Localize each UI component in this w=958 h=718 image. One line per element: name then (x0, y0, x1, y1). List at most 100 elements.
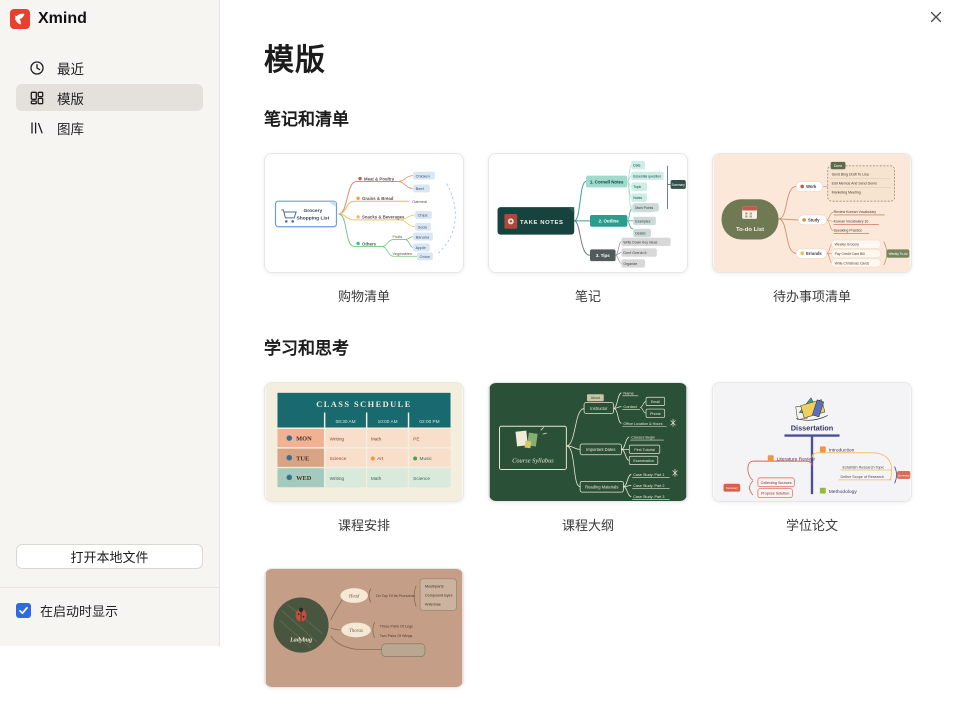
svg-text:Classes Begin: Classes Begin (631, 436, 655, 440)
show-on-startup-label: 在启动时显示 (40, 604, 119, 619)
svg-text:02:00 PM: 02:00 PM (419, 419, 439, 425)
svg-text:10:00 AM: 10:00 AM (378, 419, 398, 425)
svg-text:Two Pairs Of Wings: Two Pairs Of Wings (380, 634, 413, 638)
svg-text:Writing: Writing (330, 476, 345, 482)
svg-text:About: About (591, 396, 600, 400)
svg-text:Study: Study (808, 218, 820, 223)
svg-text:Write Christmas Cards: Write Christmas Cards (835, 261, 870, 265)
svg-text:Summary: Summary (671, 183, 685, 187)
page-title: 模版 (264, 44, 326, 77)
svg-text:1. Cornell Notes: 1. Cornell Notes (590, 179, 624, 184)
section-heading: 笔记和清单 (264, 110, 349, 129)
svg-text:Math: Math (371, 437, 382, 443)
svg-text:Send Blog Draft To Lisa: Send Blog Draft To Lisa (832, 173, 869, 177)
svg-text:Don't Overdo It: Don't Overdo It (623, 251, 646, 255)
svg-text:WED: WED (296, 475, 312, 482)
svg-text:Course Syllabus: Course Syllabus (512, 458, 554, 465)
template-cell: Dissertation Introduction Establish Rese… (712, 382, 912, 533)
svg-text:Office Location & Hours: Office Location & Hours (623, 422, 662, 426)
svg-text:Organize: Organize (623, 262, 637, 266)
svg-text:Beef: Beef (416, 186, 425, 191)
svg-text:Compound Eyes: Compound Eyes (425, 594, 453, 598)
svg-text:Case Study: Part 3: Case Study: Part 3 (633, 495, 664, 499)
svg-text:Work: Work (806, 184, 817, 189)
svg-text:Snacks & Beverages: Snacks & Beverages (362, 215, 405, 220)
svg-text:Head: Head (348, 595, 360, 600)
notes-root-node: TAKE NOTES (497, 207, 575, 235)
sidebar-item-templates[interactable]: 模版 (16, 84, 203, 111)
svg-text:Meat & Poultry: Meat & Poultry (364, 176, 395, 181)
svg-text:Art: Art (377, 456, 384, 462)
template-card-course-syllabus[interactable]: Course Syllabus Instructor About Name Co… (488, 382, 688, 502)
svg-text:Case Study: Part 2: Case Study: Part 2 (633, 484, 664, 488)
svg-text:Errands: Errands (806, 251, 822, 256)
app-title: Xmind (38, 10, 87, 27)
svg-text:Important Dates: Important Dates (586, 447, 615, 452)
template-card-ladybug[interactable]: Ladybug Head On Top Of Its Pronotum Mout… (264, 568, 464, 688)
template-caption: 课程安排 (337, 518, 390, 533)
sidebar-nav: 最近 模版 图库 (16, 54, 203, 141)
template-gallery-panel: 模版 笔记和清单 Grocery Shopping List Meat & Po… (220, 0, 958, 688)
show-on-startup-checkbox[interactable] (16, 603, 31, 618)
svg-text:Mouthparts: Mouthparts (425, 585, 444, 589)
svg-text:Summary: Summary (726, 486, 738, 490)
template-cell: TAKE NOTES 1. Cornell Notes Date Essenti… (488, 153, 688, 304)
section-study-and-thinking: 学习和思考 CLASS SCHEDULE 08:30 AM 10:00 AM 0… (264, 338, 958, 718)
svg-text:Instructor: Instructor (590, 406, 608, 411)
template-card-take-notes[interactable]: TAKE NOTES 1. Cornell Notes Date Essenti… (488, 153, 688, 273)
template-caption: 购物清单 (337, 289, 390, 304)
svg-text:Writing: Writing (330, 437, 345, 443)
sidebar-item-label: 模版 (57, 91, 84, 107)
svg-text:CLASS SCHEDULE: CLASS SCHEDULE (316, 400, 412, 409)
open-local-file-button[interactable]: 打开本地文件 (16, 544, 203, 569)
app-logo-row: Xmind (0, 0, 219, 29)
svg-text:Science: Science (330, 456, 347, 462)
sidebar: Xmind 最近 模版 图库 打开本地文件 在启动时显示 (0, 0, 220, 646)
template-card-class-schedule[interactable]: CLASS SCHEDULE 08:30 AM 10:00 AM 02:00 P… (264, 382, 464, 502)
template-grid-icon (29, 90, 45, 106)
sidebar-item-label: 图库 (57, 121, 84, 137)
template-card-grocery-list[interactable]: Grocery Shopping List Meat & Poultry Gra… (264, 153, 464, 273)
svg-text:Three Pairs Of Legs: Three Pairs Of Legs (380, 625, 413, 629)
template-card-dissertation[interactable]: Dissertation Introduction Establish Rese… (712, 382, 912, 502)
svg-text:Ladybug: Ladybug (289, 637, 312, 643)
svg-text:Music: Music (420, 456, 433, 462)
svg-text:Speaking Practice: Speaking Practice (834, 229, 862, 233)
svg-text:Banana: Banana (416, 234, 430, 239)
todo-root-node: To-do List (721, 199, 779, 240)
svg-text:Date: Date (633, 164, 640, 168)
clock-icon (29, 60, 45, 76)
svg-text:Oatmeal: Oatmeal (412, 199, 427, 204)
xmind-logo-icon (10, 9, 30, 29)
svg-text:Apple: Apple (416, 245, 426, 250)
svg-text:Pay Credit Card Bill: Pay Credit Card Bill (835, 252, 865, 256)
sidebar-item-gallery[interactable]: 图库 (16, 114, 203, 141)
template-card-todo-list[interactable]: To-do List Work Done Send Blog Draft To … (712, 153, 912, 273)
library-books-icon (29, 120, 45, 136)
svg-text:Edit Memos And Send Demo: Edit Memos And Send Demo (832, 181, 877, 185)
template-grid: Grocery Shopping List Meat & Poultry Gra… (264, 153, 958, 304)
svg-text:Case Study: Part 1: Case Study: Part 1 (633, 473, 664, 477)
svg-text:Marketing Meeting: Marketing Meeting (832, 190, 861, 194)
template-caption (264, 701, 464, 718)
sidebar-item-label: 最近 (57, 61, 84, 77)
svg-text:Notes: Notes (633, 196, 642, 200)
template-caption: 待办事项清单 (772, 289, 851, 304)
template-cell: CLASS SCHEDULE 08:30 AM 10:00 AM 02:00 P… (264, 382, 464, 533)
ladybug-root-node: Ladybug (273, 597, 329, 653)
svg-text:Write Down Key Ideas: Write Down Key Ideas (623, 240, 657, 244)
svg-text:Phone: Phone (650, 412, 661, 416)
template-grid: CLASS SCHEDULE 08:30 AM 10:00 AM 02:00 P… (264, 382, 958, 718)
svg-text:Establish Research Topic: Establish Research Topic (842, 465, 884, 469)
svg-text:Grains & Bread: Grains & Bread (362, 196, 394, 201)
svg-text:Reading Materials: Reading Materials (585, 485, 618, 490)
svg-text:Examples: Examples (635, 219, 650, 223)
template-cell: Ladybug Head On Top Of Its Pronotum Mout… (264, 568, 464, 718)
svg-text:TAKE NOTES: TAKE NOTES (520, 220, 563, 226)
sidebar-item-recent[interactable]: 最近 (16, 54, 203, 81)
svg-text:Details: Details (635, 231, 646, 235)
svg-text:Weekly To-do: Weekly To-do (889, 252, 908, 256)
close-icon[interactable] (927, 8, 945, 26)
svg-text:Thorax: Thorax (349, 629, 364, 634)
svg-text:Email: Email (651, 400, 660, 404)
